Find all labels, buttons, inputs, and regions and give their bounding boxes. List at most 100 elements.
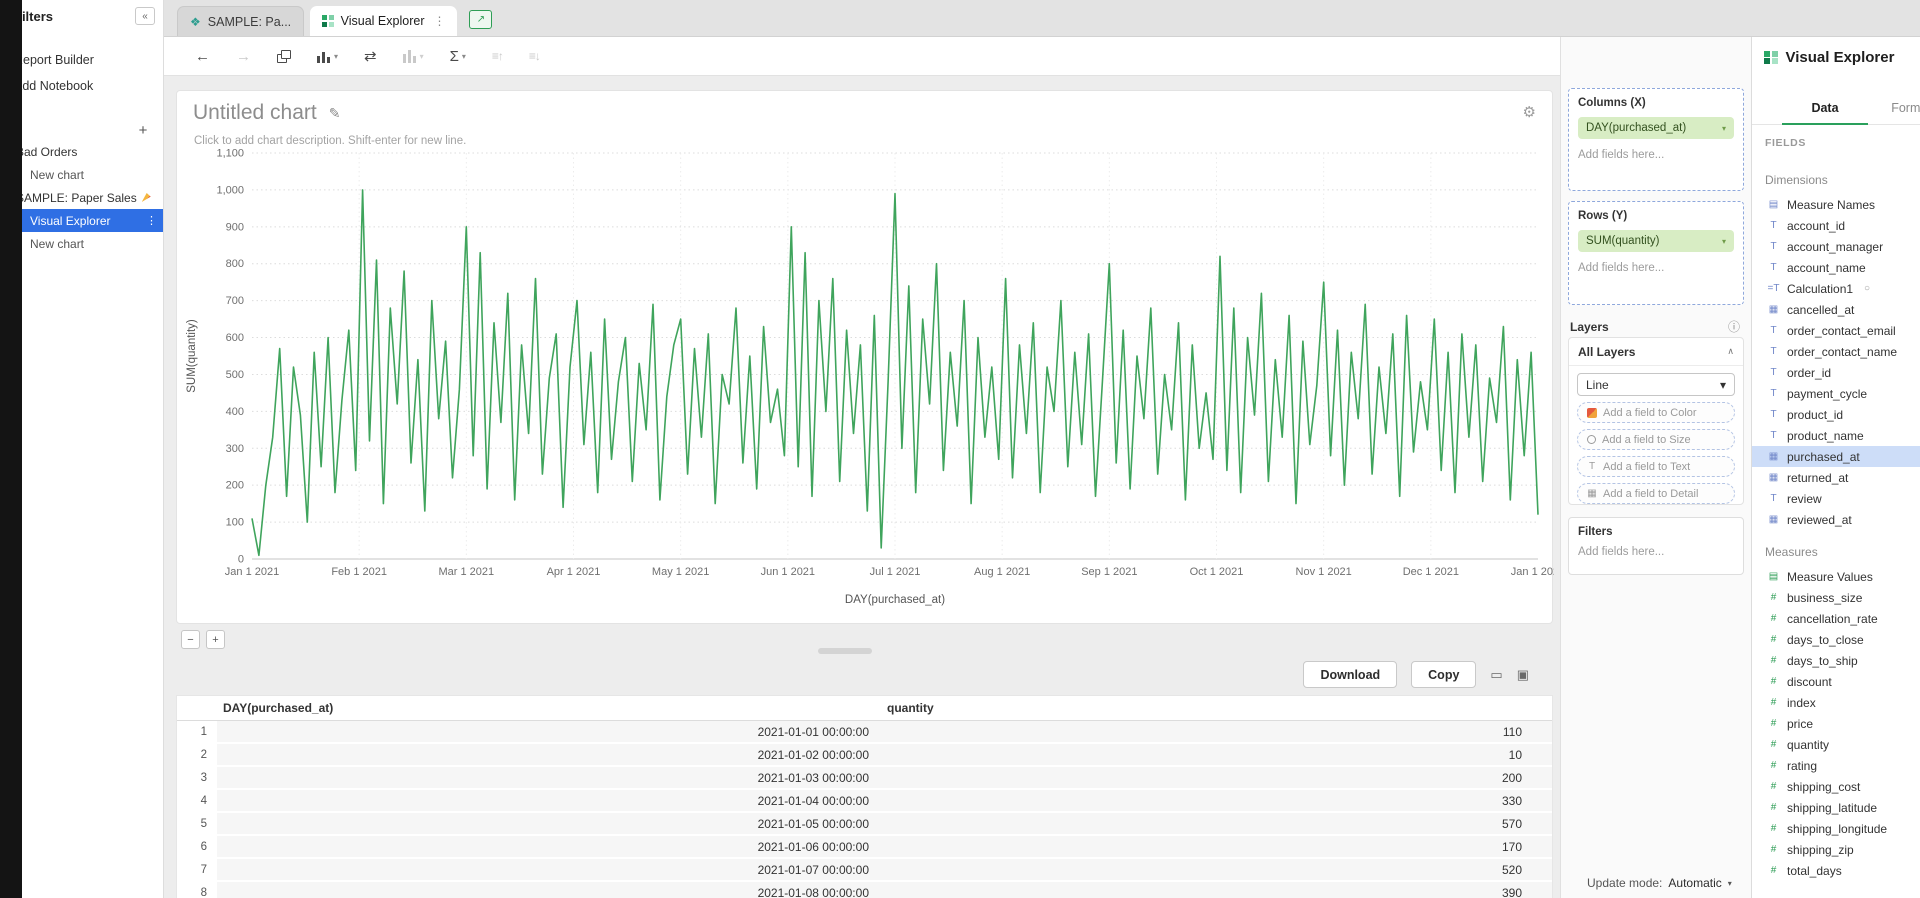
sidebar-item-visual-explorer[interactable]: ▦Visual Explorer⋮ <box>0 209 163 232</box>
swap-axes-button[interactable]: ⇄ <box>364 47 377 65</box>
field-item-order-contact-email[interactable]: Torder_contact_email <box>1752 320 1920 341</box>
field-item-returned-at[interactable]: ▦returned_at <box>1752 467 1920 488</box>
field-item-account-name[interactable]: Taccount_name <box>1752 257 1920 278</box>
chart-title[interactable]: Untitled chart <box>193 101 317 125</box>
field-item-shipping-longitude[interactable]: #shipping_longitude <box>1752 818 1920 839</box>
export-button[interactable]: ↗ <box>469 10 492 29</box>
text-field-icon: T <box>1767 325 1780 336</box>
field-item-order-id[interactable]: Torder_id <box>1752 362 1920 383</box>
field-item-product-id[interactable]: Tproduct_id <box>1752 404 1920 425</box>
svg-text:0: 0 <box>238 554 244 566</box>
layers-info-icon[interactable]: ⓘ <box>1728 318 1740 335</box>
zoom-in-button[interactable]: + <box>206 630 225 649</box>
undo-button[interactable]: ← <box>195 48 210 65</box>
field-item-review[interactable]: Treview <box>1752 488 1920 509</box>
field-item-account-id[interactable]: Taccount_id <box>1752 215 1920 236</box>
collapse-panel-icon[interactable]: « <box>135 7 155 25</box>
field-item-product-name[interactable]: Tproduct_name <box>1752 425 1920 446</box>
columns-x-field-pill[interactable]: DAY(purchased_at) ▾ <box>1578 117 1734 139</box>
sidebar-item-label: Visual Explorer <box>30 214 110 228</box>
tab-format[interactable]: Format <box>1868 101 1920 124</box>
table-row: 62021-01-06 00:00:00170 <box>177 835 1552 858</box>
add-report-button[interactable]: + <box>135 122 151 138</box>
field-item-price[interactable]: #price <box>1752 713 1920 734</box>
field-item-reviewed-at[interactable]: ▦reviewed_at <box>1752 509 1920 530</box>
item-menu-icon[interactable]: ⋮ <box>146 214 157 227</box>
config-panel: Columns (X) DAY(purchased_at) ▾ Add fiel… <box>1560 37 1751 898</box>
svg-text:May 1 2021: May 1 2021 <box>652 566 709 578</box>
sort-ascending-button[interactable]: ≡↑ <box>492 49 503 63</box>
tab-visual-explorer[interactable]: Visual Explorer ⋮ <box>310 6 457 36</box>
sidebar-item-bad-orders[interactable]: ▸Bad Orders <box>0 140 163 163</box>
chart-type-button[interactable]: ▾ <box>317 50 338 63</box>
field-item-index[interactable]: #index <box>1752 692 1920 713</box>
field-item-payment-cycle[interactable]: Tpayment_cycle <box>1752 383 1920 404</box>
columns-x-dropzone[interactable]: Columns (X) DAY(purchased_at) ▾ Add fiel… <box>1568 88 1744 191</box>
field-item-shipping-cost[interactable]: #shipping_cost <box>1752 776 1920 797</box>
stack-button[interactable]: ▾ <box>403 50 424 63</box>
field-item-total-days[interactable]: #total_days <box>1752 860 1920 881</box>
collapse-chevron-icon[interactable]: ∧ <box>1727 346 1734 357</box>
zoom-out-button[interactable]: − <box>181 630 200 649</box>
field-item-measure-names[interactable]: ▤Measure Names <box>1752 194 1920 215</box>
filters-dropzone[interactable]: Filters Add fields here... <box>1568 517 1744 575</box>
all-layers-header[interactable]: All Layers ∧ <box>1569 338 1743 366</box>
calculation-badge-icon[interactable]: ○ <box>1864 283 1870 294</box>
tab-data[interactable]: Data <box>1782 101 1868 125</box>
color-icon <box>1587 408 1597 418</box>
field-item-shipping-latitude[interactable]: #shipping_latitude <box>1752 797 1920 818</box>
field-item-days-to-ship[interactable]: #days_to_ship <box>1752 650 1920 671</box>
sidebar-item-sample-paper-sales[interactable]: ▾SAMPLE: Paper Sales <box>0 186 163 209</box>
update-mode-value[interactable]: Automatic <box>1668 876 1721 890</box>
tab-label: SAMPLE: Pa... <box>208 15 291 29</box>
field-item-days-to-close[interactable]: #days_to_close <box>1752 629 1920 650</box>
sort-descending-button[interactable]: ≡↓ <box>529 49 540 63</box>
column-header-date[interactable]: DAY(purchased_at) <box>217 696 881 721</box>
download-button[interactable]: Download <box>1303 661 1397 688</box>
minimize-panel-icon[interactable]: ▭ <box>1490 667 1502 683</box>
field-item-account-manager[interactable]: Taccount_manager <box>1752 236 1920 257</box>
aggregate-button[interactable]: Σ ▾ <box>450 48 466 65</box>
sidebar-item-new-chart[interactable]: ▥New chart <box>0 232 163 255</box>
layer-type-select[interactable]: Line ▾ <box>1577 373 1735 396</box>
field-item-business-size[interactable]: #business_size <box>1752 587 1920 608</box>
sidebar-item-new-chart[interactable]: ▥New chart <box>0 163 163 186</box>
table-row: 22021-01-02 00:00:0010 <box>177 743 1552 766</box>
resize-drag-handle[interactable] <box>818 648 872 654</box>
rows-y-dropzone[interactable]: Rows (Y) SUM(quantity) ▾ Add fields here… <box>1568 201 1744 305</box>
field-item-discount[interactable]: #discount <box>1752 671 1920 692</box>
field-item-cancelled-at[interactable]: ▦cancelled_at <box>1752 299 1920 320</box>
expand-panel-icon[interactable]: ▣ <box>1517 667 1529 683</box>
field-item-shipping-zip[interactable]: #shipping_zip <box>1752 839 1920 860</box>
redo-button[interactable]: → <box>236 48 251 65</box>
copy-button[interactable]: Copy <box>1411 661 1476 688</box>
field-item-quantity[interactable]: #quantity <box>1752 734 1920 755</box>
sidebar-item-report-builder[interactable]: Report Builder <box>0 47 163 73</box>
edit-title-icon[interactable]: ✎ <box>329 105 341 122</box>
field-item-purchased-at[interactable]: ▦purchased_at <box>1752 446 1920 467</box>
sidebar-item-add-notebook[interactable]: Add Notebook <box>0 73 163 99</box>
color-dropzone[interactable]: Add a field to Color <box>1577 402 1735 423</box>
field-item-cancellation-rate[interactable]: #cancellation_rate <box>1752 608 1920 629</box>
duplicate-button[interactable] <box>277 50 291 63</box>
sort-desc-icon: ≡↓ <box>529 49 540 63</box>
chart-settings-gear-icon[interactable]: ⚙ <box>1523 103 1536 121</box>
field-item-measure-values[interactable]: ▤Measure Values <box>1752 566 1920 587</box>
pill-caret-icon[interactable]: ▾ <box>1722 237 1726 246</box>
pill-caret-icon[interactable]: ▾ <box>1722 124 1726 133</box>
column-header-quantity[interactable]: quantity <box>881 696 1552 721</box>
field-item-order-contact-name[interactable]: Torder_contact_name <box>1752 341 1920 362</box>
table-row: 82021-01-08 00:00:00390 <box>177 881 1552 898</box>
chart-card: Untitled chart ✎ Click to add chart desc… <box>176 90 1553 624</box>
field-item-rating[interactable]: #rating <box>1752 755 1920 776</box>
text-dropzone[interactable]: T Add a field to Text <box>1577 456 1735 477</box>
size-dropzone[interactable]: Add a field to Size <box>1577 429 1735 450</box>
tab-menu-icon[interactable]: ⋮ <box>433 14 445 28</box>
detail-dropzone[interactable]: ▦ Add a field to Detail <box>1577 483 1735 504</box>
field-item-calculation1[interactable]: =TCalculation1○ <box>1752 278 1920 299</box>
text-field-icon: T <box>1767 430 1780 441</box>
svg-text:100: 100 <box>226 517 244 529</box>
update-mode-caret-icon[interactable]: ▾ <box>1728 879 1732 888</box>
tab-sample-report[interactable]: ❖ SAMPLE: Pa... <box>177 6 304 36</box>
rows-y-field-pill[interactable]: SUM(quantity) ▾ <box>1578 230 1734 252</box>
